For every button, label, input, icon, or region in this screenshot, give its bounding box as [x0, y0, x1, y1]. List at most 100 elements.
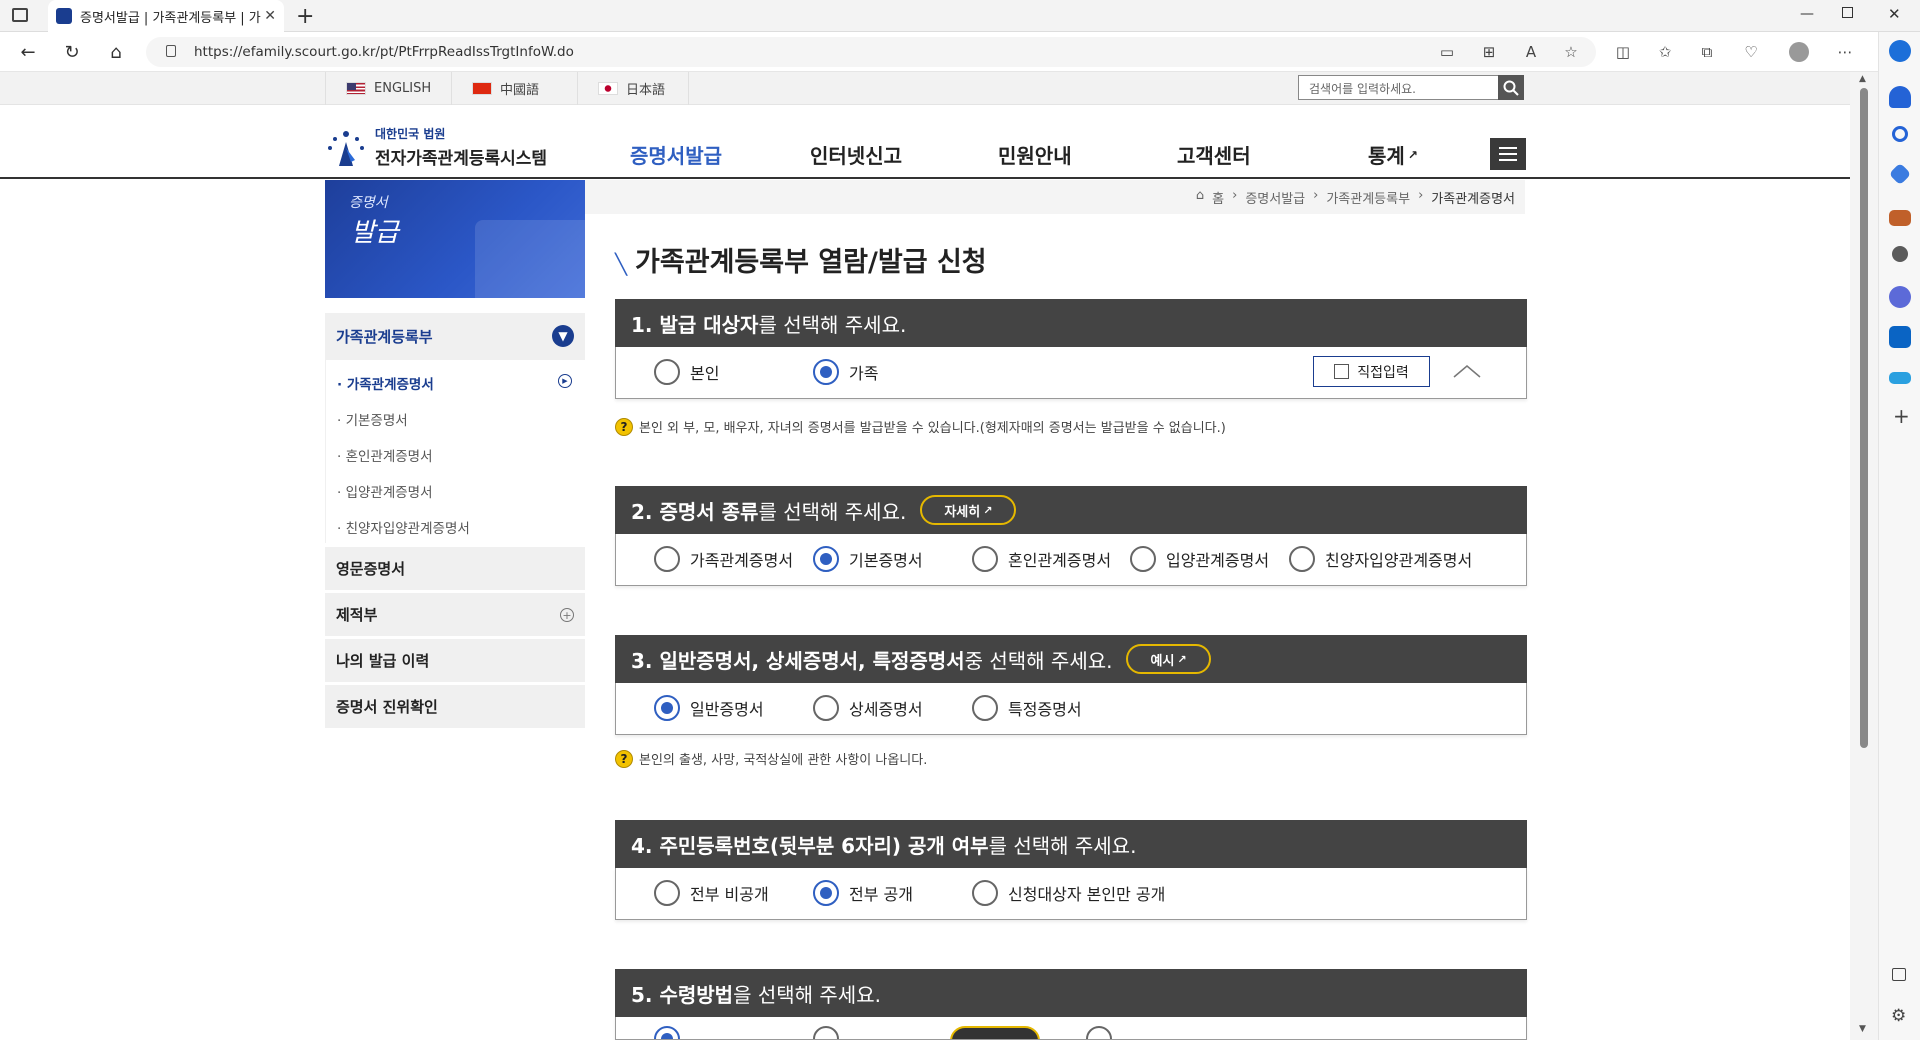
- page-scrollbar[interactable]: ▲ ▼: [1850, 72, 1878, 1040]
- add-sidebar-app-icon[interactable]: +: [1893, 404, 1910, 428]
- games-icon[interactable]: [1892, 246, 1908, 262]
- radio-circle[interactable]: [1130, 546, 1156, 572]
- hamburger-menu-button[interactable]: [1490, 138, 1526, 170]
- url-field[interactable]: https://efamily.scourt.go.kr/pt/PtFrrpRe…: [146, 37, 1596, 67]
- radio-marriage-cert[interactable]: 혼인관계증명서: [972, 546, 1111, 572]
- radio-circle[interactable]: [972, 546, 998, 572]
- detail-button[interactable]: 자세히 ↗: [920, 495, 1017, 525]
- radio-family-cert[interactable]: 가족관계증명서: [654, 546, 793, 572]
- favorites-icon[interactable]: ✩: [1650, 38, 1680, 66]
- lang-english[interactable]: ENGLISH: [325, 72, 450, 105]
- radio-option-partial[interactable]: [654, 1026, 690, 1039]
- search-icon[interactable]: [1892, 126, 1908, 142]
- radio-circle[interactable]: [1289, 546, 1315, 572]
- sidebar-subitem-basic-cert[interactable]: · 기본증명서: [325, 409, 585, 429]
- scrollbar-thumb[interactable]: [1860, 88, 1868, 748]
- radio-circle[interactable]: [654, 546, 680, 572]
- immersive-reader-icon[interactable]: A: [1516, 38, 1546, 66]
- radio-circle[interactable]: [654, 359, 680, 385]
- gnb-item-customer-center[interactable]: 고객센터: [1177, 140, 1251, 169]
- example-button[interactable]: 예시 ↗: [1126, 644, 1211, 674]
- radio-general-cert[interactable]: 일반증명서: [654, 695, 764, 721]
- radio-circle[interactable]: [654, 880, 680, 906]
- settings-gear-icon[interactable]: ⚙: [1891, 1006, 1906, 1026]
- direct-input-checkbox[interactable]: [1334, 364, 1350, 379]
- gnb-item-civil-guide[interactable]: 민원안내: [998, 140, 1072, 169]
- radio-option-partial[interactable]: [813, 1026, 849, 1039]
- sidebar-subitem-marriage-cert[interactable]: · 혼인관계증명서: [325, 445, 585, 465]
- radio-family[interactable]: 가족: [813, 359, 878, 385]
- shopping-tag-icon[interactable]: [1888, 162, 1912, 186]
- radio-circle[interactable]: [813, 695, 839, 721]
- radio-circle-selected[interactable]: [654, 1026, 680, 1039]
- radio-option-partial[interactable]: [1086, 1026, 1122, 1039]
- outlook-icon[interactable]: [1889, 326, 1911, 348]
- sidebar-item-family-register[interactable]: 가족관계등록부 ▼: [325, 313, 585, 360]
- radio-circle-selected[interactable]: [654, 695, 680, 721]
- direct-input-button[interactable]: 직접입력: [1313, 356, 1430, 387]
- lock-icon[interactable]: [166, 45, 176, 57]
- profile-avatar-icon[interactable]: [1784, 38, 1814, 66]
- radio-circle[interactable]: [972, 880, 998, 906]
- app-icon[interactable]: ⊞: [1474, 38, 1504, 66]
- sidebar-subitem-family-cert[interactable]: · 가족관계증명서: [325, 373, 585, 393]
- read-aloud-icon[interactable]: ▭: [1432, 38, 1462, 66]
- radio-basic-cert[interactable]: 기본증명서: [813, 546, 923, 572]
- scroll-up-arrow-icon[interactable]: ▲: [1859, 74, 1866, 84]
- radio-circle[interactable]: [972, 695, 998, 721]
- gnb-item-statistics[interactable]: 통계 ↗: [1368, 140, 1418, 169]
- sidebar-subitem-full-adoption-cert[interactable]: · 친양자입양관계증명서: [325, 517, 585, 537]
- favorite-star-icon[interactable]: ☆: [1556, 38, 1586, 66]
- minimize-icon[interactable]: —: [1800, 6, 1814, 22]
- site-logo[interactable]: 대한민국 법원 전자가족관계등록시스템: [325, 125, 547, 169]
- lang-chinese[interactable]: 中國語: [451, 72, 576, 105]
- radio-self-only-public[interactable]: 신청대상자 본인만 공개: [972, 880, 1165, 906]
- sidebar-item-removed-register[interactable]: 제적부 +: [325, 591, 585, 636]
- radio-self[interactable]: 본인: [654, 359, 719, 385]
- tab-close-icon[interactable]: ✕: [264, 8, 276, 24]
- radio-circle[interactable]: [1086, 1026, 1112, 1039]
- site-search-input[interactable]: 검색어를 입력하세요.: [1298, 75, 1524, 100]
- new-tab-icon[interactable]: +: [296, 4, 314, 29]
- radio-all-private[interactable]: 전부 비공개: [654, 880, 769, 906]
- sidebar-toggle-icon[interactable]: [1892, 968, 1906, 981]
- gnb-item-certificate[interactable]: 증명서발급: [630, 140, 722, 169]
- breadcrumb-family-register[interactable]: 가족관계등록부: [1326, 188, 1410, 207]
- radio-circle-selected[interactable]: [813, 546, 839, 572]
- radio-circle-selected[interactable]: [813, 880, 839, 906]
- detail-button-partial[interactable]: [950, 1026, 1040, 1039]
- radio-circle-selected[interactable]: [813, 359, 839, 385]
- collections-icon[interactable]: ⧉: [1692, 38, 1722, 66]
- browser-tab[interactable]: 증명서발급 | 가족관계등록부 | 가 ✕: [48, 0, 284, 32]
- radio-circle[interactable]: [813, 1026, 839, 1039]
- home-icon[interactable]: ⌂: [100, 38, 132, 66]
- scroll-down-arrow-icon[interactable]: ▼: [1859, 1024, 1866, 1034]
- radio-full-adoption-cert[interactable]: 친양자입양관계증명서: [1289, 546, 1472, 572]
- tab-actions-icon[interactable]: [12, 8, 28, 22]
- radio-all-public[interactable]: 전부 공개: [813, 880, 913, 906]
- radio-adoption-cert[interactable]: 입양관계증명서: [1130, 546, 1269, 572]
- chevron-up-icon[interactable]: [1452, 363, 1482, 379]
- restore-icon[interactable]: [1842, 7, 1853, 18]
- breadcrumb-certificate[interactable]: 증명서발급: [1245, 188, 1305, 207]
- back-icon[interactable]: ←: [12, 38, 44, 66]
- microsoft365-icon[interactable]: [1889, 286, 1911, 308]
- drop-icon[interactable]: [1889, 372, 1911, 384]
- notification-bell-icon[interactable]: [1889, 86, 1911, 108]
- tools-briefcase-icon[interactable]: [1889, 210, 1911, 226]
- breadcrumb-home[interactable]: 홈: [1212, 188, 1224, 207]
- plus-circle-icon[interactable]: +: [560, 608, 574, 622]
- site-search-button[interactable]: [1498, 75, 1524, 100]
- gnb-item-internet-report[interactable]: 인터넷신고: [810, 140, 902, 169]
- window-close-icon[interactable]: ✕: [1888, 5, 1901, 23]
- sidebar-subitem-adoption-cert[interactable]: · 입양관계증명서: [325, 481, 585, 501]
- sidebar-item-english-cert[interactable]: 영문증명서: [325, 545, 585, 590]
- lang-japanese[interactable]: 日本語: [577, 72, 689, 105]
- radio-specific-cert[interactable]: 특정증명서: [972, 695, 1082, 721]
- browser-essentials-icon[interactable]: ♡: [1736, 38, 1766, 66]
- copilot-icon[interactable]: [1889, 40, 1911, 62]
- radio-detailed-cert[interactable]: 상세증명서: [813, 695, 923, 721]
- sidebar-item-my-history[interactable]: 나의 발급 이력: [325, 637, 585, 682]
- sidebar-item-verify[interactable]: 증명서 진위확인: [325, 683, 585, 728]
- chevron-down-icon[interactable]: ▼: [552, 325, 574, 347]
